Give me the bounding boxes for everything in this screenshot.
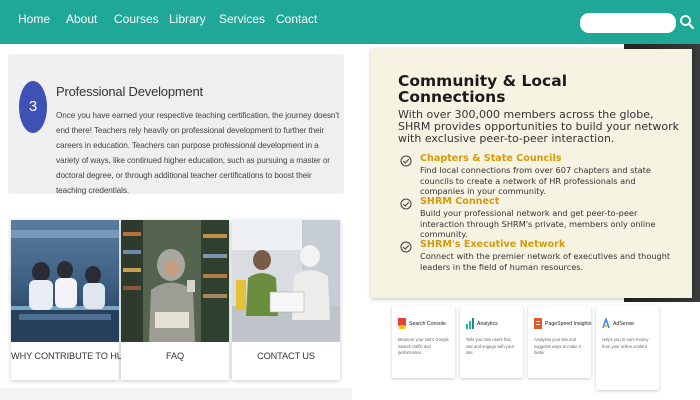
tool-desc: Analyzes your site and suggests ways to … bbox=[534, 337, 581, 355]
community-item-text: Connect with the premier network of exec… bbox=[420, 251, 671, 272]
nav-about[interactable]: About bbox=[66, 12, 97, 26]
tool-name: PageSpeed Insights bbox=[545, 321, 592, 327]
community-intro: With over 300,000 members across the glo… bbox=[398, 108, 680, 145]
nav-services[interactable]: Services bbox=[219, 12, 265, 26]
search-icon[interactable] bbox=[679, 14, 695, 30]
card-label[interactable]: CONTACT US bbox=[232, 351, 340, 361]
community-item-head[interactable]: Chapters & State Councils bbox=[420, 153, 561, 164]
tool-card-pagespeed[interactable]: PageSpeed Insights Analyzes your site an… bbox=[528, 306, 591, 378]
tool-desc: Helps you to earn money from your online… bbox=[602, 337, 649, 349]
pagespeed-icon bbox=[534, 318, 542, 329]
community-item-text: Find local connections from over 607 cha… bbox=[420, 165, 651, 196]
nav-contact[interactable]: Contact bbox=[276, 12, 317, 26]
section-text: Once you have earned your respective tea… bbox=[56, 111, 340, 195]
why-contribute-card[interactable]: WHY CONTRIBUTE TO HU? bbox=[11, 220, 128, 380]
tool-name: Analytics bbox=[477, 321, 498, 327]
footer-strip bbox=[0, 388, 352, 400]
top-nav: Home About Courses Library Services Cont… bbox=[0, 0, 700, 44]
check-circle-icon bbox=[400, 241, 412, 253]
lab-photo bbox=[11, 220, 119, 342]
step-badge: 3 bbox=[19, 81, 47, 133]
community-panel: Community & Local Connections With over … bbox=[371, 49, 692, 298]
card-label[interactable]: WHY CONTRIBUTE TO HU? bbox=[11, 351, 128, 361]
library-photo bbox=[121, 220, 229, 342]
tool-name: Search Console bbox=[409, 321, 446, 327]
nav-courses[interactable]: Courses bbox=[114, 12, 159, 26]
check-circle-icon bbox=[400, 155, 412, 167]
adsense-icon bbox=[602, 318, 610, 329]
contact-us-card[interactable]: CONTACT US bbox=[232, 220, 340, 380]
nav-library[interactable]: Library bbox=[169, 12, 206, 26]
community-item-head[interactable]: SHRM's Executive Network bbox=[420, 239, 565, 250]
search-console-icon bbox=[398, 318, 406, 329]
faq-card[interactable]: FAQ bbox=[121, 220, 229, 380]
analytics-icon bbox=[466, 318, 474, 329]
community-item-text: Build your professional network and get … bbox=[420, 208, 656, 239]
tool-name: AdSense bbox=[613, 321, 635, 327]
section-title: Professional Development bbox=[56, 84, 203, 99]
tool-desc: Tells you how users find, use and engage… bbox=[466, 337, 514, 355]
students-photo bbox=[232, 220, 340, 342]
search-input[interactable] bbox=[580, 13, 676, 33]
step-number: 3 bbox=[28, 98, 38, 115]
tool-card-search-console[interactable]: Search Console Measure your site's Googl… bbox=[392, 306, 455, 378]
card-label[interactable]: FAQ bbox=[121, 351, 229, 361]
check-circle-icon bbox=[400, 198, 412, 210]
community-title: Community & Local Connections bbox=[398, 72, 568, 106]
page: Home About Courses Library Services Cont… bbox=[0, 0, 700, 400]
nav-home[interactable]: Home bbox=[18, 12, 50, 26]
tool-card-analytics[interactable]: Analytics Tells you how users find, use … bbox=[460, 306, 523, 378]
community-item-head[interactable]: SHRM Connect bbox=[420, 196, 499, 207]
tool-card-adsense[interactable]: AdSense Helps you to earn money from you… bbox=[596, 306, 659, 390]
tool-desc: Measure your site's Google Search traffi… bbox=[398, 337, 449, 355]
professional-development-card: 3 Professional Development Once you have… bbox=[8, 54, 344, 195]
